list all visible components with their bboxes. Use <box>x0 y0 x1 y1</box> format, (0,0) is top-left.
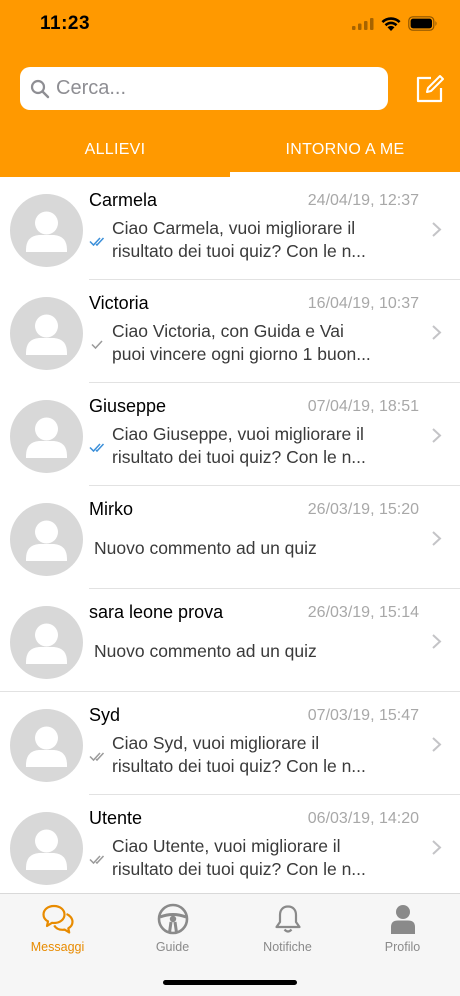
tab-allievi[interactable]: ALLIEVI <box>0 130 230 177</box>
segment-tabs: ALLIEVI INTORNO A ME <box>0 130 460 177</box>
avatar <box>10 297 83 370</box>
message-preview: Ciao Victoria, con Guida e Vai puoi vince… <box>112 321 371 364</box>
message-date: 16/04/19, 10:37 <box>307 295 419 312</box>
battery-icon <box>408 16 437 31</box>
cellular-signal-icon <box>352 18 374 30</box>
message-preview: Ciao Utente, vuoi migliorare il risultato… <box>112 836 366 879</box>
conversation-row[interactable]: Syd 07/03/19, 15:47 Ciao Syd, vuoi migli… <box>0 692 460 795</box>
compose-icon[interactable] <box>415 74 445 104</box>
bell-icon <box>275 905 301 933</box>
avatar-placeholder-icon <box>26 211 67 252</box>
tab-label: Profilo <box>384 940 421 954</box>
search-bar[interactable] <box>20 67 388 110</box>
message-preview: Ciao Syd, vuoi migliorare il risultato de… <box>112 733 366 776</box>
conversation-row[interactable]: Mirko 26/03/19, 15:20 Nuovo commento ad … <box>0 486 460 589</box>
conversation-list[interactable]: Carmela 24/04/19, 12:37 Ciao Carmela, vu… <box>0 177 460 893</box>
chevron-right-icon <box>432 840 442 855</box>
status-bar: 11:23 <box>0 0 460 50</box>
tab-messaggi[interactable]: Messaggi <box>0 894 115 964</box>
status-time: 11:23 <box>40 13 91 34</box>
double-check-icon <box>89 443 105 453</box>
chevron-right-icon <box>432 325 442 340</box>
search-icon <box>30 79 50 99</box>
message-date: 07/03/19, 15:47 <box>307 707 419 724</box>
tab-notifiche[interactable]: Notifiche <box>230 894 345 964</box>
message-date: 07/04/19, 18:51 <box>307 398 419 415</box>
avatar-placeholder-icon <box>26 726 67 767</box>
message-date: 06/03/19, 14:20 <box>307 810 419 827</box>
chevron-right-icon <box>432 531 442 546</box>
avatar-placeholder-icon <box>26 623 67 664</box>
tab-label: Messaggi <box>30 940 85 954</box>
message-date: 24/04/19, 12:37 <box>307 192 419 209</box>
message-preview: Nuovo commento ad un quiz <box>94 641 317 661</box>
double-check-icon <box>89 237 105 247</box>
contact-name: Giuseppe <box>89 396 167 416</box>
contact-name: Utente <box>89 808 143 828</box>
avatar <box>10 400 83 473</box>
header: 11:23 ALLIEVI INTORNO A ME <box>0 0 460 177</box>
person-icon <box>391 905 415 934</box>
message-preview: Ciao Giuseppe, vuoi migliorare il risulta… <box>112 424 366 467</box>
home-indicator <box>163 980 297 985</box>
chevron-right-icon <box>432 428 442 443</box>
tab-guide[interactable]: Guide <box>115 894 230 964</box>
avatar-placeholder-icon <box>26 829 67 870</box>
message-preview: Nuovo commento ad un quiz <box>94 538 317 558</box>
contact-name: Syd <box>89 705 121 725</box>
double-check-icon <box>89 855 105 865</box>
avatar-placeholder-icon <box>26 520 67 561</box>
wifi-icon <box>381 17 401 31</box>
contact-name: Victoria <box>89 293 149 313</box>
avatar <box>10 606 83 679</box>
chevron-right-icon <box>432 222 442 237</box>
avatar <box>10 194 83 267</box>
tab-intorno-a-me[interactable]: INTORNO A ME <box>230 130 460 177</box>
conversation-row[interactable]: Utente 06/03/19, 14:20 Ciao Utente, vuoi… <box>0 795 460 893</box>
steering-wheel-icon <box>157 903 189 935</box>
conversation-row[interactable]: Victoria 16/04/19, 10:37 Ciao Victoria, … <box>0 280 460 383</box>
avatar-placeholder-icon <box>26 314 67 355</box>
contact-name: Mirko <box>89 499 133 519</box>
search-input[interactable] <box>56 67 376 110</box>
conversation-row[interactable]: Carmela 24/04/19, 12:37 Ciao Carmela, vu… <box>0 177 460 280</box>
single-check-icon <box>91 340 103 350</box>
avatar <box>10 503 83 576</box>
chat-bubbles-icon <box>42 904 74 934</box>
chevron-right-icon <box>432 737 442 752</box>
avatar-placeholder-icon <box>26 417 67 458</box>
avatar <box>10 812 83 885</box>
conversation-row[interactable]: sara leone prova 26/03/19, 15:14 Nuovo c… <box>0 589 460 692</box>
contact-name: Carmela <box>89 190 158 210</box>
double-check-icon <box>89 752 105 762</box>
avatar <box>10 709 83 782</box>
message-date: 26/03/19, 15:20 <box>307 501 419 518</box>
message-preview: Ciao Carmela, vuoi migliorare il risultat… <box>112 218 366 261</box>
tab-label: Guide <box>155 940 190 954</box>
chevron-right-icon <box>432 634 442 649</box>
message-date: 26/03/19, 15:14 <box>307 604 419 621</box>
conversation-row[interactable]: Giuseppe 07/04/19, 18:51 Ciao Giuseppe, … <box>0 383 460 486</box>
contact-name: sara leone prova <box>89 602 224 622</box>
tab-profilo[interactable]: Profilo <box>345 894 460 964</box>
tab-label: Notifiche <box>263 940 312 954</box>
